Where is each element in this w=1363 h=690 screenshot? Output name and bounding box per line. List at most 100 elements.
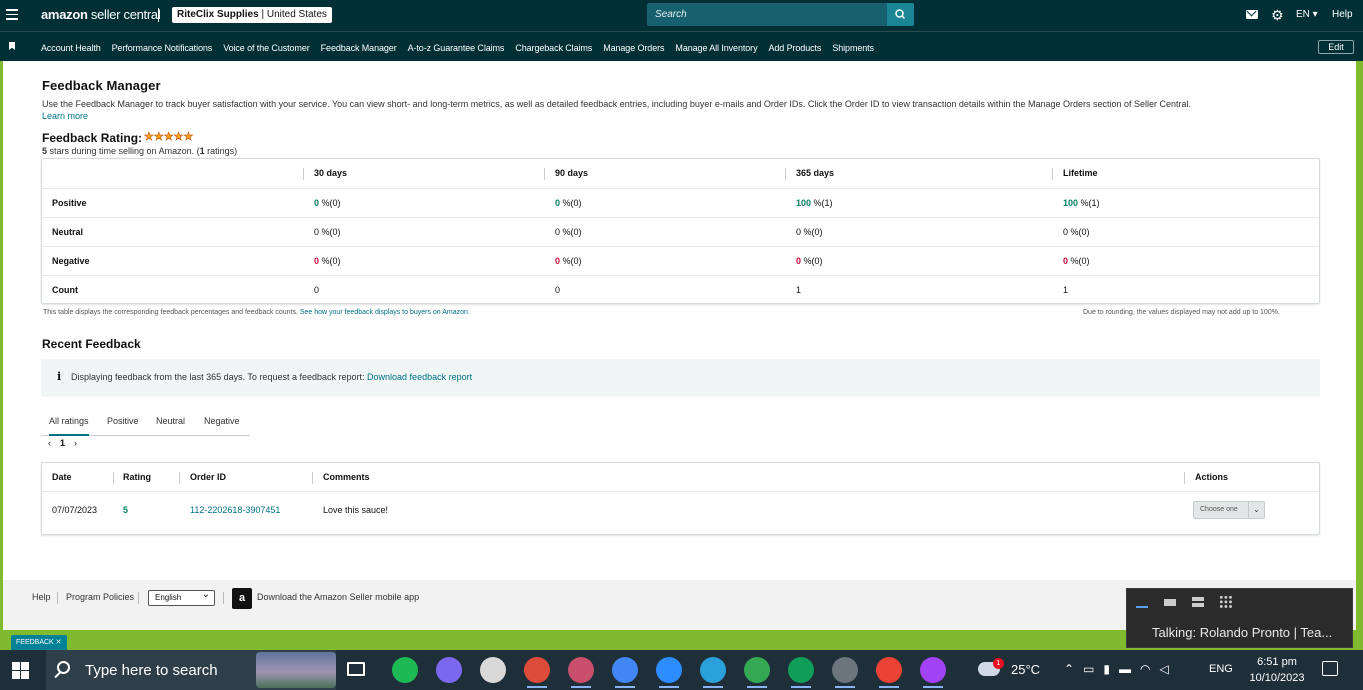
top-bar: amazon seller central RiteClix Supplies … [0,0,1363,31]
chevron-down-icon: ⌄ [1248,502,1264,518]
notifications-icon[interactable] [1322,661,1338,676]
nav-item-account-health[interactable]: Account Health [41,43,101,53]
table-cell: 0 %(0) [555,256,582,266]
taskbar-app-icon[interactable] [876,657,902,688]
wifi-icon[interactable]: ◠ [1140,662,1150,676]
download-report-link[interactable]: Download feedback report [367,372,472,382]
minimize-icon[interactable] [1135,595,1149,609]
row-label: Neutral [52,227,84,237]
table-cell: 0 [314,285,320,295]
language-selector[interactable]: EN ▾ [1296,9,1318,20]
search-button[interactable] [887,3,914,26]
table-cell: 0 %(0) [555,198,582,208]
download-app-link[interactable]: Download the Amazon Seller mobile app [257,592,419,602]
program-policies-link[interactable]: Program Policies [66,592,134,602]
logo[interactable]: amazon seller central [41,7,161,22]
table-cell: 100 %(1) [1063,198,1100,208]
taskbar-app-icon[interactable] [832,657,858,688]
taskbar-app-icon[interactable] [480,657,506,683]
chevron-up-icon[interactable]: ⌃ [1064,662,1074,676]
language-select[interactable]: English [148,588,215,606]
taskbar-app-icon[interactable] [392,657,418,683]
taskbar-app-icon[interactable] [524,657,550,688]
taskbar-app-icon[interactable] [920,657,946,688]
column-header: Actions [1195,472,1229,482]
taskbar-app-icon[interactable] [744,657,770,688]
taskbar-app-icon[interactable] [788,657,814,688]
tab-negative[interactable]: Negative [204,406,240,436]
nav-item-chargeback-claims[interactable]: Chargeback Claims [515,43,592,53]
edit-button[interactable]: Edit [1318,40,1354,54]
table-cell: 0 %(0) [314,256,341,266]
divider [158,8,159,22]
action-select[interactable]: Choose one ⌄ [1193,501,1265,519]
input-language[interactable]: ENG [1209,663,1233,675]
battery-icon[interactable]: ▬ [1119,662,1131,676]
footer-help-link[interactable]: Help [32,592,51,602]
grid-view-icon[interactable] [1219,595,1233,609]
prev-page-button[interactable]: ‹ [48,438,51,448]
main-content: Feedback Manager Use the Feedback Manage… [3,61,1356,580]
window-icon[interactable] [1163,595,1177,609]
rating-tabs: All ratings Positive Neutral Negative [41,406,250,436]
mail-icon[interactable] [1246,10,1258,19]
nav-item-add-products[interactable]: Add Products [768,43,821,53]
tab-all-ratings[interactable]: All ratings [49,406,89,436]
taskbar-app-icon[interactable] [612,657,638,688]
meet-now-icon[interactable]: ▭ [1083,662,1094,676]
task-view-icon[interactable] [347,662,365,676]
split-view-icon[interactable] [1191,595,1205,609]
menu-icon[interactable] [6,9,18,21]
column-header: Rating [123,472,151,482]
feedback-comment: Love this sauce! [323,505,389,515]
nav-item-manage-orders[interactable]: Manage Orders [603,43,664,53]
table-cell: 1 [796,285,802,295]
feedback-date: 07/07/2023 [52,505,98,515]
microphone-icon[interactable]: ▮ [1103,662,1110,676]
tab-positive[interactable]: Positive [107,406,139,436]
temperature[interactable]: 25°C [1011,662,1040,677]
taskbar-search[interactable]: Type here to search [46,650,336,690]
nav-item-feedback-manager[interactable]: Feedback Manager [321,43,397,53]
feedback-tab[interactable]: FEEDBACK ✕ [11,635,67,650]
feedback-display-link[interactable]: See how your feedback displays to buyers… [300,309,470,316]
learn-more-link[interactable]: Learn more [42,111,88,121]
pagination: ‹ 1 › [48,438,77,448]
help-link[interactable]: Help [1332,9,1353,20]
nav-item-manage-inventory[interactable]: Manage All Inventory [675,43,757,53]
amazon-app-icon[interactable]: a [232,588,252,609]
taskbar-app-icon[interactable] [436,657,462,683]
table-cell: 0 %(0) [1063,227,1090,237]
column-header: Comments [323,472,370,482]
windows-start-icon[interactable] [12,662,29,679]
taskbar-app-icon[interactable] [700,657,726,688]
volume-icon[interactable]: ◁ [1160,662,1169,676]
tab-neutral[interactable]: Neutral [156,406,185,436]
column-header: 365 days [796,168,835,178]
rating-summary: 5 stars during time selling on Amazon. (… [42,146,238,156]
rounding-note: Due to rounding, the values displayed ma… [1083,309,1280,316]
bookmark-icon[interactable] [9,42,15,50]
page-number[interactable]: 1 [60,438,65,448]
teams-call-popup[interactable]: Talking: Rolando Pronto | Tea... [1126,588,1353,648]
nav-item-a-to-z-claims[interactable]: A-to-z Guarantee Claims [408,43,505,53]
recent-feedback-title: Recent Feedback [42,337,141,351]
feedback-rating-label: Feedback Rating: [42,131,143,145]
search-input[interactable]: Search [647,3,887,26]
order-id-link[interactable]: 112-2202618-3907451 [190,492,280,528]
store-selector[interactable]: RiteClix Supplies | United States [172,7,332,23]
nav-item-voice-of-customer[interactable]: Voice of the Customer [223,43,310,53]
taskbar-app-icon[interactable] [568,657,594,688]
nav-item-shipments[interactable]: Shipments [832,43,874,53]
table-cell: 0 %(0) [314,227,341,237]
nav-item-performance-notifications[interactable]: Performance Notifications [112,43,213,53]
taskbar-app-icon[interactable] [656,657,682,688]
gear-icon[interactable]: ⚙ [1271,7,1284,23]
column-header: 30 days [314,168,348,178]
clock[interactable]: 6:51 pm 10/10/2023 [1242,654,1312,686]
teams-call-status: Talking: Rolando Pronto | Tea... [1152,625,1333,640]
next-page-button[interactable]: › [74,438,77,448]
row-label: Negative [52,256,90,266]
rating-stars: ★★★★★ [144,131,194,144]
info-icon: i [57,370,62,383]
